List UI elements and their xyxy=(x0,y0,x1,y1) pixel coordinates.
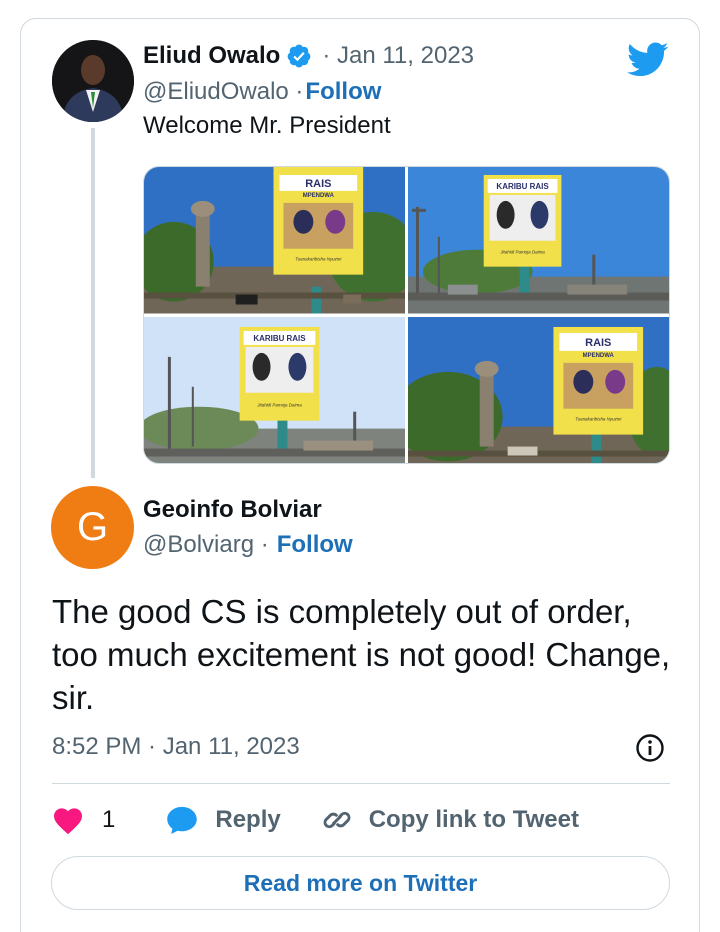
thread-connector-line xyxy=(91,128,95,478)
copy-link-button[interactable]: Copy link to Tweet xyxy=(321,804,579,836)
reply-handle-row: @Bolviarg · Follow xyxy=(143,530,353,560)
parent-follow-link[interactable]: Follow xyxy=(305,78,381,106)
reply-follow-link[interactable]: Follow xyxy=(277,531,353,559)
reply-tweet-timestamp[interactable]: 8:52 PM · Jan 11, 2023 xyxy=(52,732,300,762)
reply-tweet-text: The good CS is completely out of order, … xyxy=(52,593,671,716)
tweet-embed-card xyxy=(20,18,700,932)
billboard-tagline-2: Jitahidi Pamoja Daima xyxy=(499,250,545,255)
billboard-photo-4[interactable]: RAIS MPENDWA Tuanakaribisha Nyuzini xyxy=(408,316,669,463)
reply-author-handle[interactable]: @Bolviarg · xyxy=(143,531,269,559)
reply-author-name[interactable]: Geoinfo Bolviar xyxy=(143,494,322,526)
billboard-subtitle-4: MPENDWA xyxy=(583,352,615,358)
like-count: 1 xyxy=(102,806,116,833)
billboard-tagline-4: Tuanakaribisha Nyuzini xyxy=(575,416,622,421)
reply-label: Reply xyxy=(215,806,281,833)
parent-author-handle[interactable]: @EliudOwalo · xyxy=(143,78,303,106)
parent-tweet-text: Welcome Mr. President xyxy=(143,112,391,139)
parent-handle-row: @EliudOwalo · Follow xyxy=(143,77,381,107)
billboard-photo-1[interactable]: RAIS MPENDWA Tuanakaribisha Nyuzini xyxy=(144,167,405,314)
billboard-tagline-1: Tuanakaribisha Nyuzini xyxy=(295,257,342,262)
eliud-owalo-avatar[interactable] xyxy=(52,40,134,122)
copy-link-label: Copy link to Tweet xyxy=(368,806,579,833)
info-icon[interactable] xyxy=(635,733,665,763)
billboard-subtitle-1: MPENDWA xyxy=(303,193,335,199)
verified-badge-icon xyxy=(287,44,311,68)
parent-author-name[interactable]: Eliud Owalo xyxy=(143,42,280,70)
billboard-title-1: RAIS xyxy=(305,178,331,190)
tweet-image-grid: RAIS MPENDWA Tuanakaribisha Nyuzini KARI… xyxy=(143,166,670,464)
parent-tweet-header: Eliud Owalo · Jan 11, 2023 xyxy=(143,40,474,72)
billboard-title-2: KARIBU RAIS xyxy=(496,182,548,191)
billboard-title-3: KARIBU RAIS xyxy=(253,333,305,342)
reply-bubble-icon xyxy=(167,806,198,834)
actions-divider xyxy=(52,783,670,784)
billboard-title-4: RAIS xyxy=(585,336,611,348)
billboard-photo-2[interactable]: KARIBU RAIS Jitahidi Pamoja Daima xyxy=(408,167,669,314)
tweet-actions-bar: 1 Reply Copy link to Tweet xyxy=(52,800,652,840)
billboard-tagline-3: Jitahidi Pamoja Daima xyxy=(256,402,302,407)
reply-button[interactable]: Reply xyxy=(165,805,281,835)
read-more-on-twitter-button[interactable]: Read more on Twitter xyxy=(51,856,670,910)
like-button[interactable]: 1 xyxy=(52,805,115,835)
parent-tweet-date[interactable]: · Jan 11, 2023 xyxy=(322,42,474,70)
billboard-photo-3[interactable]: KARIBU RAIS Jitahidi Pamoja Daima xyxy=(144,316,405,463)
twitter-bird-icon[interactable] xyxy=(627,42,669,78)
link-icon xyxy=(323,811,351,829)
heart-icon xyxy=(54,808,82,835)
geoinfo-bolviar-avatar[interactable]: G xyxy=(51,486,134,569)
